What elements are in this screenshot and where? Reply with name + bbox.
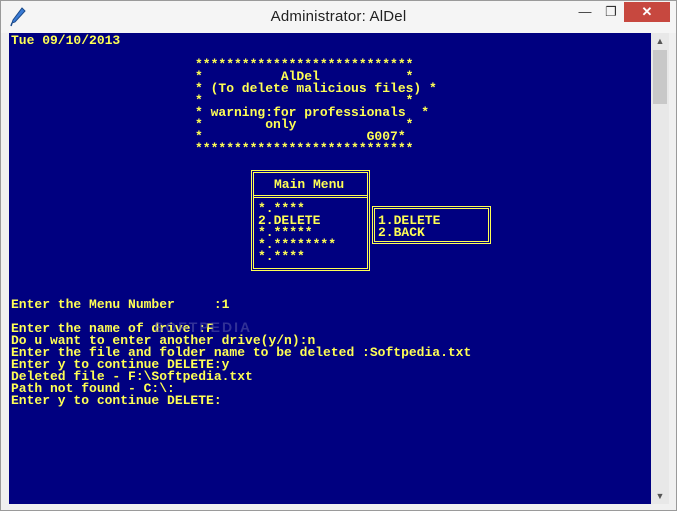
banner-line: **************************** bbox=[195, 141, 414, 156]
menu-divider bbox=[253, 195, 368, 198]
output-line: Enter y to continue DELETE: bbox=[11, 393, 222, 408]
title-bar[interactable]: Administrator: AlDel — ❐ ✕ bbox=[1, 1, 676, 33]
scroll-down-arrow-icon[interactable]: ▼ bbox=[651, 488, 669, 504]
minimize-button[interactable]: — bbox=[572, 2, 598, 22]
close-button[interactable]: ✕ bbox=[624, 2, 670, 22]
submenu-item: 2.BACK bbox=[378, 225, 425, 240]
menu-item: *.**** bbox=[258, 249, 305, 264]
console-output-area[interactable]: Tue 09/10/2013 *************************… bbox=[9, 33, 651, 504]
maximize-button[interactable]: ❐ bbox=[598, 2, 624, 22]
date-line: Tue 09/10/2013 bbox=[11, 33, 121, 48]
scroll-up-arrow-icon[interactable]: ▲ bbox=[651, 33, 669, 49]
output-line: Enter the Menu Number :1 bbox=[11, 297, 230, 312]
main-menu-title: Main Menu bbox=[274, 177, 345, 192]
watermark: SOFTPEDIA bbox=[154, 319, 253, 335]
console-window: Administrator: AlDel — ❐ ✕ Tue 09/10/201… bbox=[0, 0, 677, 511]
scroll-thumb[interactable] bbox=[653, 50, 667, 104]
vertical-scrollbar[interactable]: ▲ ▼ bbox=[651, 33, 669, 504]
